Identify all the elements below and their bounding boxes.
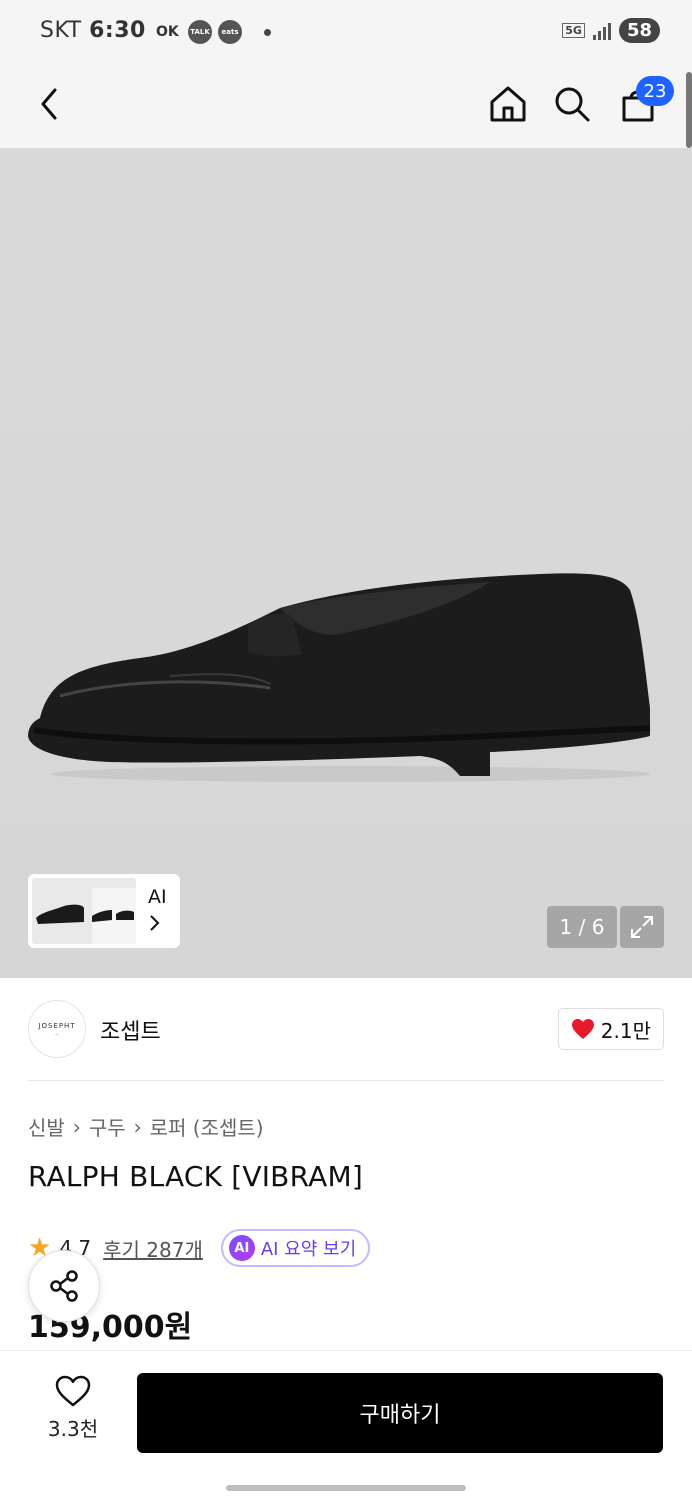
- review-count-link[interactable]: 후기 287개: [103, 1234, 203, 1263]
- share-icon: [50, 1270, 78, 1302]
- product-shoe-image: [28, 573, 651, 782]
- section-divider: [28, 1080, 664, 1081]
- share-button[interactable]: [28, 1250, 100, 1322]
- breadcrumb-separator-icon: ›: [133, 1114, 142, 1139]
- scrollbar[interactable]: [686, 72, 692, 148]
- thumbnail-image: [32, 878, 136, 944]
- notification-icons: OK TALK eats: [156, 20, 271, 44]
- buy-button[interactable]: 구매하기: [137, 1373, 663, 1453]
- more-notifications-dot: [264, 28, 271, 36]
- brand-logo-sub: —: [55, 1031, 59, 1037]
- home-icon: [490, 86, 526, 122]
- product-image-gallery[interactable]: AI 1 / 6: [0, 148, 692, 978]
- expand-image-button[interactable]: [620, 906, 664, 948]
- brand-name-link[interactable]: 조셉트: [100, 1014, 161, 1046]
- clock: 6:30: [89, 18, 146, 43]
- brand-logo-text: JOSEPHT: [38, 1021, 76, 1030]
- back-button[interactable]: [24, 78, 76, 130]
- expand-icon: [631, 916, 653, 938]
- brand-logo[interactable]: JOSEPHT —: [28, 1000, 86, 1058]
- ok-cashbag-icon: OK: [156, 24, 179, 40]
- carrier-label: SKT: [40, 18, 82, 43]
- heart-outline-icon: [55, 1375, 91, 1407]
- status-bar: SKT 6:30 OK TALK eats 5G 58: [0, 0, 692, 64]
- top-navigation: [0, 64, 692, 148]
- chevron-left-icon: [41, 88, 57, 120]
- signal-icon: [592, 22, 611, 40]
- product-title: RALPH BLACK [VIBRAM]: [28, 1160, 363, 1193]
- breadcrumb-item-loafer[interactable]: 로퍼 (조셉트): [150, 1112, 264, 1141]
- home-button[interactable]: [482, 78, 534, 130]
- kakaotalk-icon: TALK: [188, 20, 212, 44]
- chevron-right-icon: [148, 914, 160, 937]
- network-type: 5G: [562, 23, 585, 38]
- breadcrumb-item-dress-shoes[interactable]: 구두: [89, 1112, 126, 1141]
- thumbnail-ai-label: AI: [148, 886, 167, 908]
- search-button[interactable]: [546, 78, 598, 130]
- home-indicator-bar[interactable]: [226, 1485, 466, 1491]
- bottom-action-bar: 3.3천 구매하기: [0, 1350, 692, 1500]
- image-counter: 1 / 6: [547, 906, 617, 948]
- cart-count-badge: 23: [636, 76, 674, 106]
- carrier-time: SKT 6:30: [40, 18, 146, 43]
- brand-row: JOSEPHT — 조셉트 2.1만: [28, 1000, 664, 1058]
- wishlist-button[interactable]: 3.3천: [28, 1375, 118, 1451]
- breadcrumb-separator-icon: ›: [72, 1114, 81, 1139]
- brand-like-button[interactable]: 2.1만: [557, 1008, 664, 1050]
- search-icon: [555, 87, 590, 122]
- ai-badge-icon: AI: [228, 1235, 255, 1261]
- breadcrumb: 신발 › 구두 › 로퍼 (조셉트): [28, 1112, 264, 1141]
- breadcrumb-item-shoes[interactable]: 신발: [28, 1112, 65, 1141]
- ai-thumbnail-card[interactable]: AI: [28, 874, 180, 948]
- coupang-eats-icon: eats: [218, 20, 242, 44]
- battery-indicator: 58: [618, 18, 660, 43]
- brand-like-count: 2.1만: [600, 1018, 651, 1043]
- ai-summary-button[interactable]: AI AI 요약 보기: [220, 1229, 371, 1267]
- wishlist-count: 3.3천: [47, 1417, 99, 1441]
- heart-filled-icon: [571, 1019, 594, 1039]
- ai-summary-label: AI 요약 보기: [260, 1239, 357, 1260]
- system-indicators: 5G 58: [562, 18, 660, 43]
